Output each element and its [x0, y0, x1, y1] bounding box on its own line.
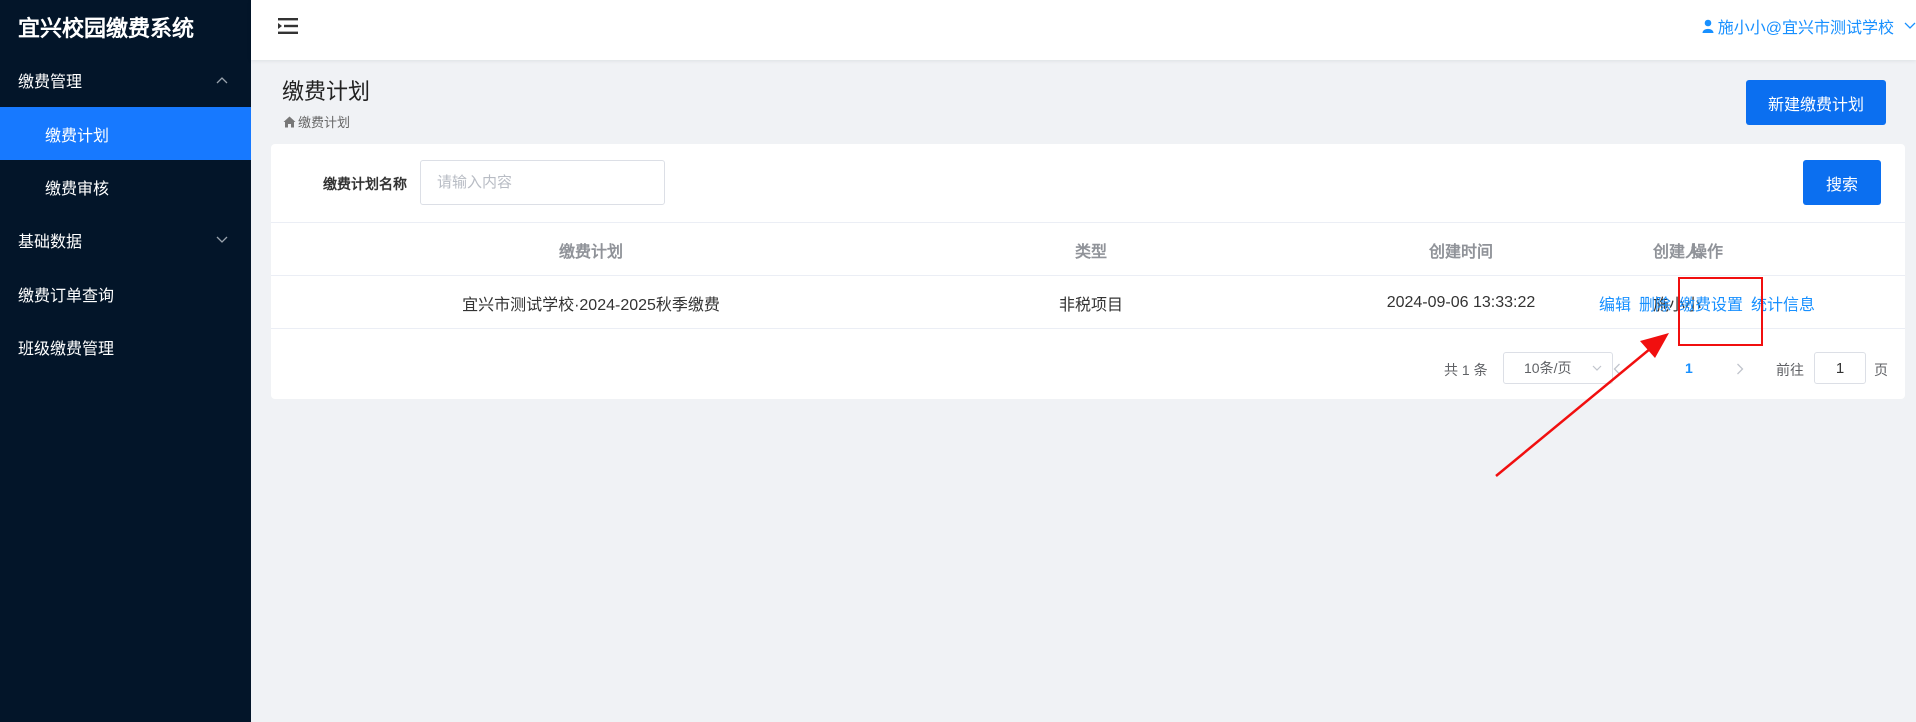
column-header: 创建时间	[1428, 243, 1493, 261]
app-title: 宜兴校园缴费系统	[18, 15, 195, 41]
sidebar-group-fee-management[interactable]: 缴费管理	[0, 53, 251, 107]
sidebar-group-label: 基础数据	[18, 234, 83, 251]
home-icon	[283, 116, 296, 127]
column-header: 缴费计划	[558, 243, 623, 261]
column-header: 类型	[1074, 243, 1107, 261]
sidebar-item-fee-plan[interactable]: 缴费计划	[0, 107, 251, 160]
chevron-down-icon	[215, 233, 229, 247]
sidebar-item-label: 缴费订单查询	[18, 287, 115, 305]
page-number[interactable]: 1	[1685, 360, 1693, 376]
chevron-up-icon	[215, 73, 229, 87]
table-row: 宜兴市测试学校·2024-2025秋季缴费 非税项目 2024-09-06 13…	[271, 276, 1905, 329]
edit-link[interactable]: 编辑	[1599, 291, 1631, 315]
statistics-link[interactable]: 统计信息	[1751, 291, 1815, 315]
sidebar-item-order-query[interactable]: 缴费订单查询	[0, 267, 251, 320]
user-name: 施小小@宜兴市测试学校	[1717, 20, 1894, 37]
goto-page-input[interactable]	[1814, 352, 1866, 384]
chevron-left-icon	[1613, 363, 1620, 375]
search-label: 缴费计划名称	[323, 176, 407, 192]
sidebar-group-basic-data[interactable]: 基础数据	[0, 213, 251, 267]
content-card: 缴费计划名称 搜索 缴费计划 类型 创建时间 创建人 操作 宜兴市测试学校·20…	[271, 144, 1905, 399]
search-button[interactable]: 搜索	[1803, 160, 1881, 205]
search-input[interactable]	[420, 160, 665, 205]
plan-name-cell: 宜兴市测试学校·2024-2025秋季缴费	[462, 296, 720, 314]
page-title: 缴费计划	[282, 79, 371, 104]
menu-toggle-icon[interactable]	[276, 16, 300, 36]
goto-label: 前往	[1776, 362, 1804, 378]
type-cell: 非税项目	[1058, 296, 1123, 314]
user-icon	[1702, 19, 1714, 33]
chevron-right-icon	[1737, 363, 1744, 375]
sidebar-item-label: 缴费审核	[45, 180, 110, 198]
sidebar-item-label: 班级缴费管理	[18, 340, 115, 358]
next-page-button[interactable]	[1729, 358, 1751, 380]
user-menu[interactable]: 施小小@宜兴市测试学校	[1702, 14, 1916, 38]
created-time-cell: 2024-09-06 13:33:22	[1386, 293, 1536, 311]
total-count: 共 1 条	[1444, 362, 1488, 378]
sidebar-group-label: 缴费管理	[18, 74, 83, 91]
breadcrumb-item[interactable]: 缴费计划	[298, 112, 350, 131]
sidebar: 宜兴校园缴费系统 缴费管理 缴费计划 缴费审核 基础数据 缴费订单查询 班级缴费…	[0, 0, 251, 722]
new-plan-button[interactable]: 新建缴费计划	[1746, 80, 1886, 125]
page-suffix: 页	[1874, 362, 1888, 378]
chevron-down-icon	[1592, 365, 1602, 371]
sidebar-item-class-fee[interactable]: 班级缴费管理	[0, 320, 251, 373]
pagination: 共 1 条 10条/页 1 前往 页	[271, 352, 1905, 386]
delete-link[interactable]: 删除	[1639, 291, 1671, 315]
chevron-down-icon	[1904, 22, 1916, 29]
top-header: 施小小@宜兴市测试学校	[251, 0, 1916, 60]
breadcrumb: 缴费计划	[283, 112, 350, 131]
prev-page-button[interactable]	[1606, 358, 1628, 380]
sidebar-item-label: 缴费计划	[45, 127, 110, 145]
table-header-row: 缴费计划 类型 创建时间 创建人 操作	[271, 223, 1905, 276]
column-header: 操作	[1690, 243, 1723, 261]
page-size-value: 10条/页	[1524, 360, 1572, 376]
sidebar-item-fee-review[interactable]: 缴费审核	[0, 160, 251, 213]
fee-settings-link[interactable]: 缴费设置	[1679, 291, 1743, 315]
page-size-select[interactable]: 10条/页	[1503, 352, 1613, 384]
actions-cell: 编辑 删除 缴费设置 统计信息	[1597, 276, 1817, 329]
plan-table: 缴费计划 类型 创建时间 创建人 操作 宜兴市测试学校·2024-2025秋季缴…	[271, 223, 1905, 329]
